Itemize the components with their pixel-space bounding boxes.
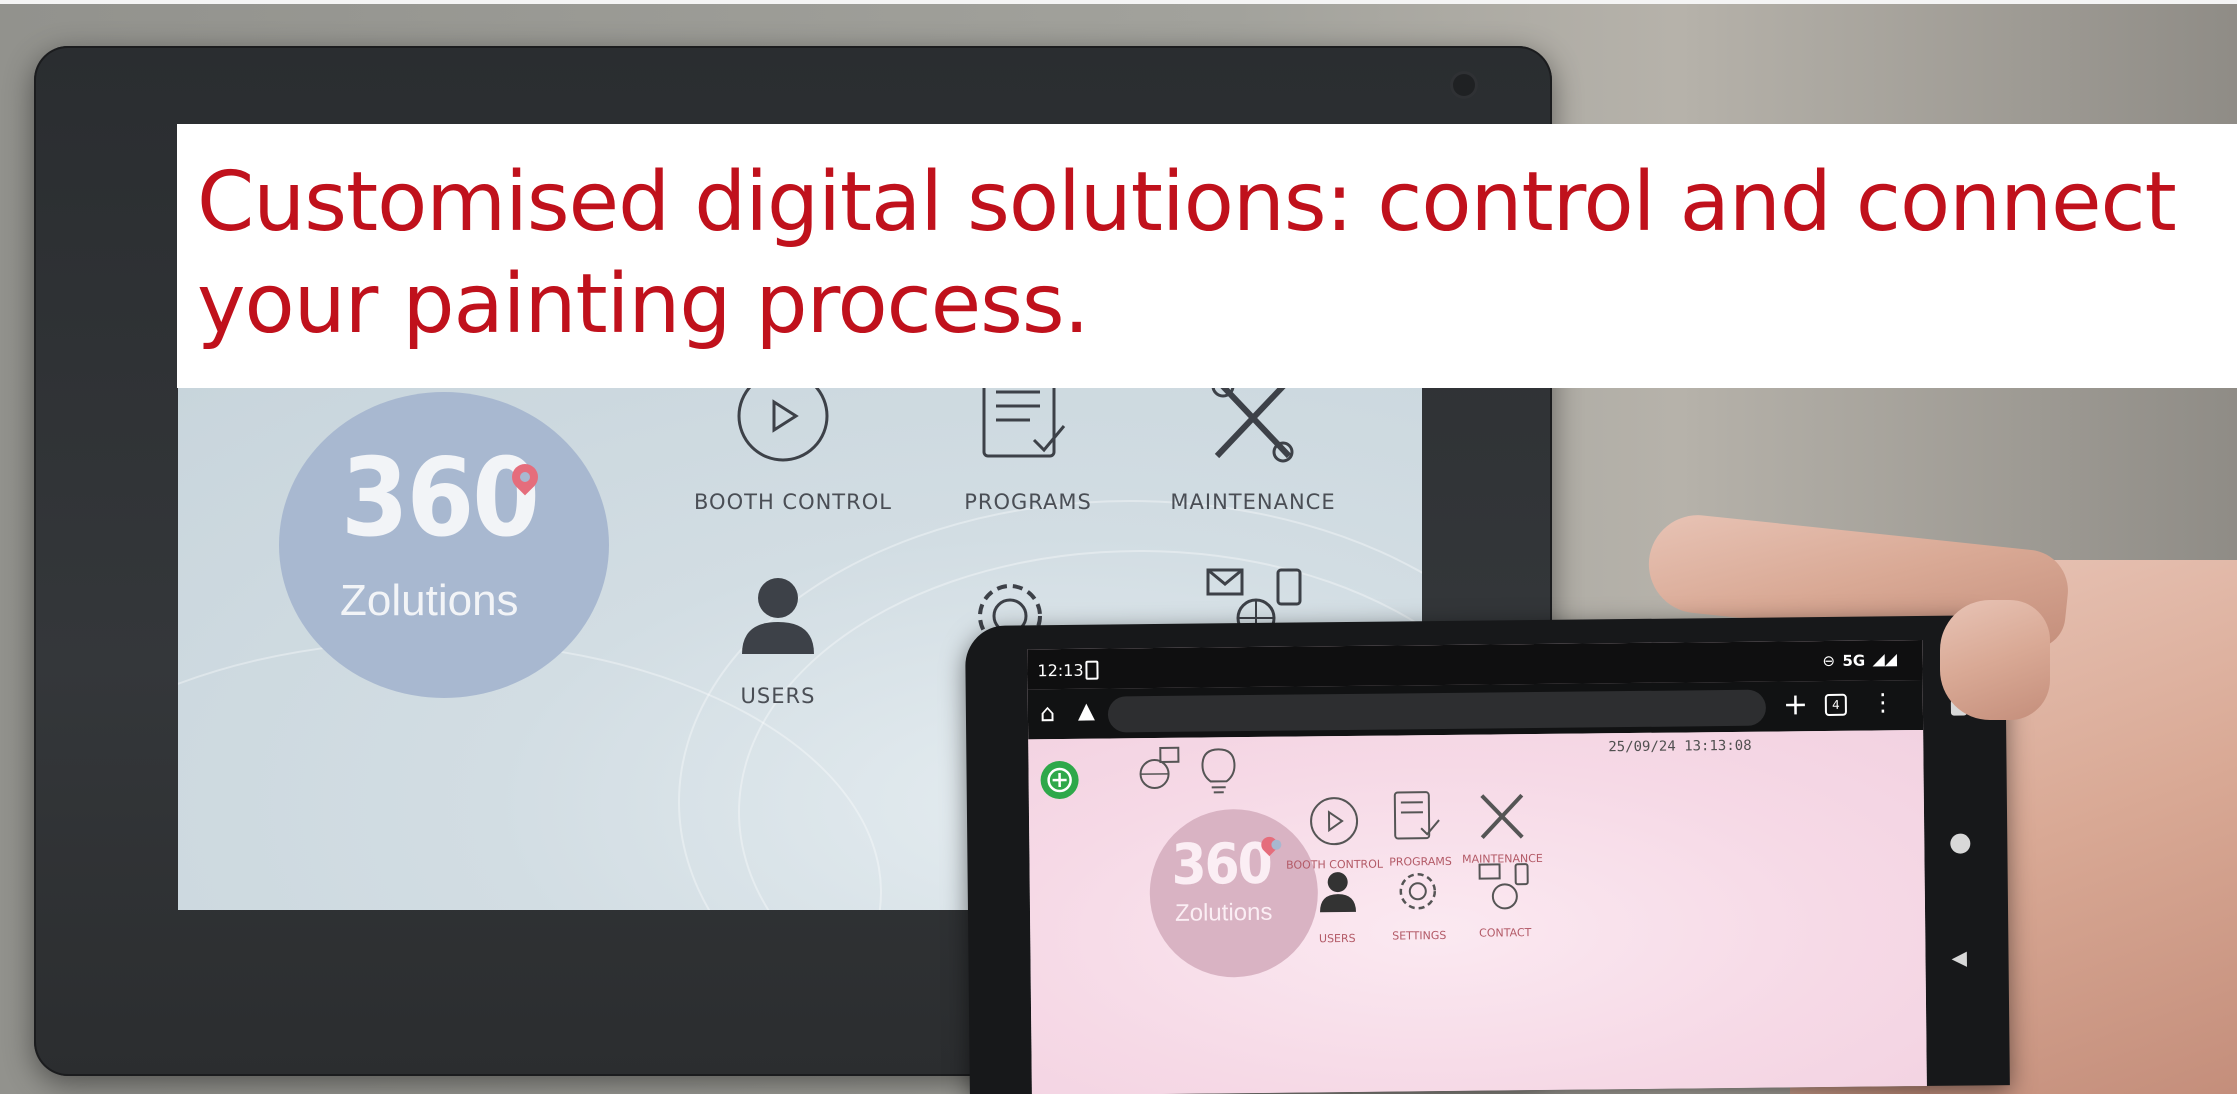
tab-count-badge[interactable]: 4 [1824,693,1847,716]
more-menu-icon[interactable]: ⋮ [1871,688,1895,716]
back-icon[interactable]: ◀ [1951,946,1967,970]
logo-word: Zolutions [340,576,519,625]
home-button-icon[interactable] [1950,833,1971,854]
home-icon[interactable]: ⌂ [1040,699,1056,727]
play-circle-icon[interactable] [734,380,832,466]
logo-word: Zolutions [1174,898,1273,927]
menu-label-users: USERS [740,684,816,708]
headline-banner: Customised digital solutions: control an… [177,124,2237,388]
photo-scene: 360 Zolutions BOOTH CONTROL PROGRAMS MAI… [0,0,2237,1094]
tools-icon[interactable] [1203,380,1303,464]
lightbulb-icon[interactable] [1198,745,1239,795]
checklist-icon[interactable] [1389,790,1446,845]
menu-label-contact: CONTACT [1479,926,1532,940]
menu-label-programs: PROGRAMS [964,490,1092,514]
hand-thumb-tip [1940,600,2050,720]
headline: Customised digital solutions: control an… [197,155,2177,352]
photo-top-edge [0,0,2237,4]
logo-number: 360 [1171,831,1272,898]
gear-icon[interactable] [1394,867,1443,916]
signal-icons: ⊖ [1822,651,1836,671]
menu-label-booth-control: BOOTH CONTROL [694,490,892,514]
plus-circle-icon [1047,767,1072,793]
tools-icon[interactable] [1474,789,1531,844]
add-button[interactable] [1040,760,1079,800]
phone-screen: 12:13 ⊖ 5G ◢◢ ⌂ ▲ + 4 ⋮ 25/09/24 13:13:0… [1027,639,1927,1094]
tablet-camera [1453,74,1475,96]
language-globe-icon[interactable] [1136,746,1182,792]
logo-number: 360 [341,436,540,561]
phone-device: 12:13 ⊖ 5G ◢◢ ⌂ ▲ + 4 ⋮ 25/09/24 13:13:0… [965,615,2010,1094]
network-label: 5G [1842,651,1866,670]
user-icon[interactable] [1318,870,1358,914]
play-circle-icon[interactable] [1307,794,1362,849]
contact-network-icon[interactable] [1478,862,1533,913]
datetime-readout: 25/09/24 13:13:08 [1608,737,1752,756]
status-time: 12:13 [1037,660,1084,681]
battery-saver-icon [1085,660,1099,680]
warning-icon[interactable]: ▲ [1078,699,1095,724]
menu-label-maintenance: MAINTENANCE [1170,490,1336,514]
user-icon[interactable] [738,576,818,656]
checklist-icon[interactable] [974,380,1074,464]
new-tab-icon[interactable]: + [1783,687,1809,722]
address-bar[interactable] [1107,689,1767,733]
signal-strength-icon: ◢◢ [1872,649,1898,669]
web-app: 25/09/24 13:13:08 360 Zolutions BOOTH CO… [1028,729,1927,1094]
